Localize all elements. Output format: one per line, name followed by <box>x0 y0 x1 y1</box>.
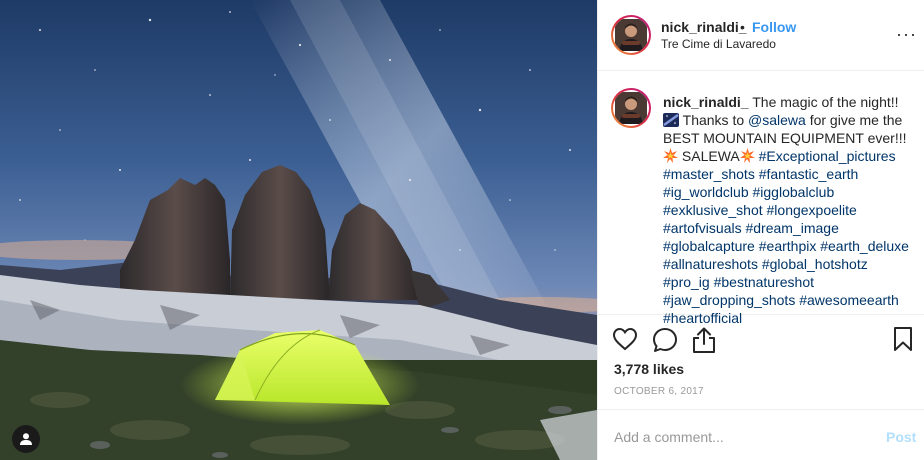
collision-emoji-icon <box>739 148 755 163</box>
caption-text: nick_rinaldi_ The magic of the night!! T… <box>663 93 915 327</box>
caption-line-2: Thanks to <box>682 112 745 128</box>
caption-username[interactable]: nick_rinaldi_ <box>663 94 749 110</box>
hashtag-link[interactable]: #exklusive_shot <box>663 202 763 218</box>
hashtag-link[interactable]: #earth_deluxe <box>820 238 909 254</box>
night-mountain-scene <box>0 0 597 460</box>
post-side-panel: nick_rinaldi_ • Follow Tre Cime di Lavar… <box>597 0 924 460</box>
collision-emoji-icon <box>663 148 678 163</box>
caption-avatar[interactable] <box>611 88 651 128</box>
milky-way-emoji-icon <box>663 113 679 127</box>
avatar-image <box>615 92 647 124</box>
hashtag-link[interactable]: #pro_ig <box>663 274 710 290</box>
likes-count[interactable]: 3,778 likes <box>614 361 684 377</box>
hashtag-link[interactable]: #dream_image <box>745 220 838 236</box>
more-options-icon[interactable]: ··· <box>896 24 917 45</box>
hashtag-link[interactable]: #globalcapture <box>663 238 755 254</box>
hashtag-link[interactable]: #master_shots <box>663 166 755 182</box>
comment-input[interactable] <box>614 427 864 447</box>
hashtag-link[interactable]: #ig_worldclub <box>663 184 749 200</box>
post-comment-button[interactable]: Post <box>886 429 916 445</box>
post-photo[interactable] <box>0 0 597 460</box>
caption-line-1: The magic of the night!! <box>752 94 899 110</box>
hashtag-link[interactable]: #igglobalclub <box>753 184 835 200</box>
mention-link[interactable]: @salewa <box>748 112 806 128</box>
user-tag-button[interactable] <box>12 425 40 453</box>
header-username[interactable]: nick_rinaldi_ <box>661 19 747 35</box>
post-date: OCTOBER 6, 2017 <box>614 386 704 397</box>
post-actions: 3,778 likes OCTOBER 6, 2017 <box>598 316 924 416</box>
caption-section: nick_rinaldi_ The magic of the night!! T… <box>598 71 924 326</box>
comment-bar: Post <box>598 409 924 460</box>
avatar[interactable] <box>611 15 651 55</box>
hashtag-link[interactable]: #awesomeearth <box>799 292 899 308</box>
user-tag-icon <box>20 433 32 445</box>
hashtag-link[interactable]: #earthpix <box>759 238 817 254</box>
hashtag-link[interactable]: #bestnatureshot <box>714 274 814 290</box>
share-icon[interactable] <box>691 326 717 354</box>
bookmark-icon[interactable] <box>892 326 914 352</box>
hashtag-link[interactable]: #longexpoelite <box>767 202 857 218</box>
avatar-image <box>615 19 647 51</box>
header-separator: • <box>740 19 745 35</box>
post-header: nick_rinaldi_ • Follow Tre Cime di Lavar… <box>598 0 924 71</box>
hashtag-link[interactable]: #artofvisuals <box>663 220 742 236</box>
caption-line-4: SALEWA <box>681 148 740 164</box>
comment-icon[interactable] <box>652 327 678 353</box>
hashtag-link[interactable]: #jaw_dropping_shots <box>663 292 795 308</box>
hashtag-link[interactable]: #fantastic_earth <box>759 166 859 182</box>
location-link[interactable]: Tre Cime di Lavaredo <box>661 37 776 51</box>
hashtag-link[interactable]: #global_hotshotz <box>762 256 868 272</box>
hashtag-link[interactable]: #allnatureshots <box>663 256 758 272</box>
heart-icon[interactable] <box>612 327 638 351</box>
hashtag-link[interactable]: #Exceptional_pictures <box>759 148 896 164</box>
follow-button[interactable]: Follow <box>752 19 796 35</box>
